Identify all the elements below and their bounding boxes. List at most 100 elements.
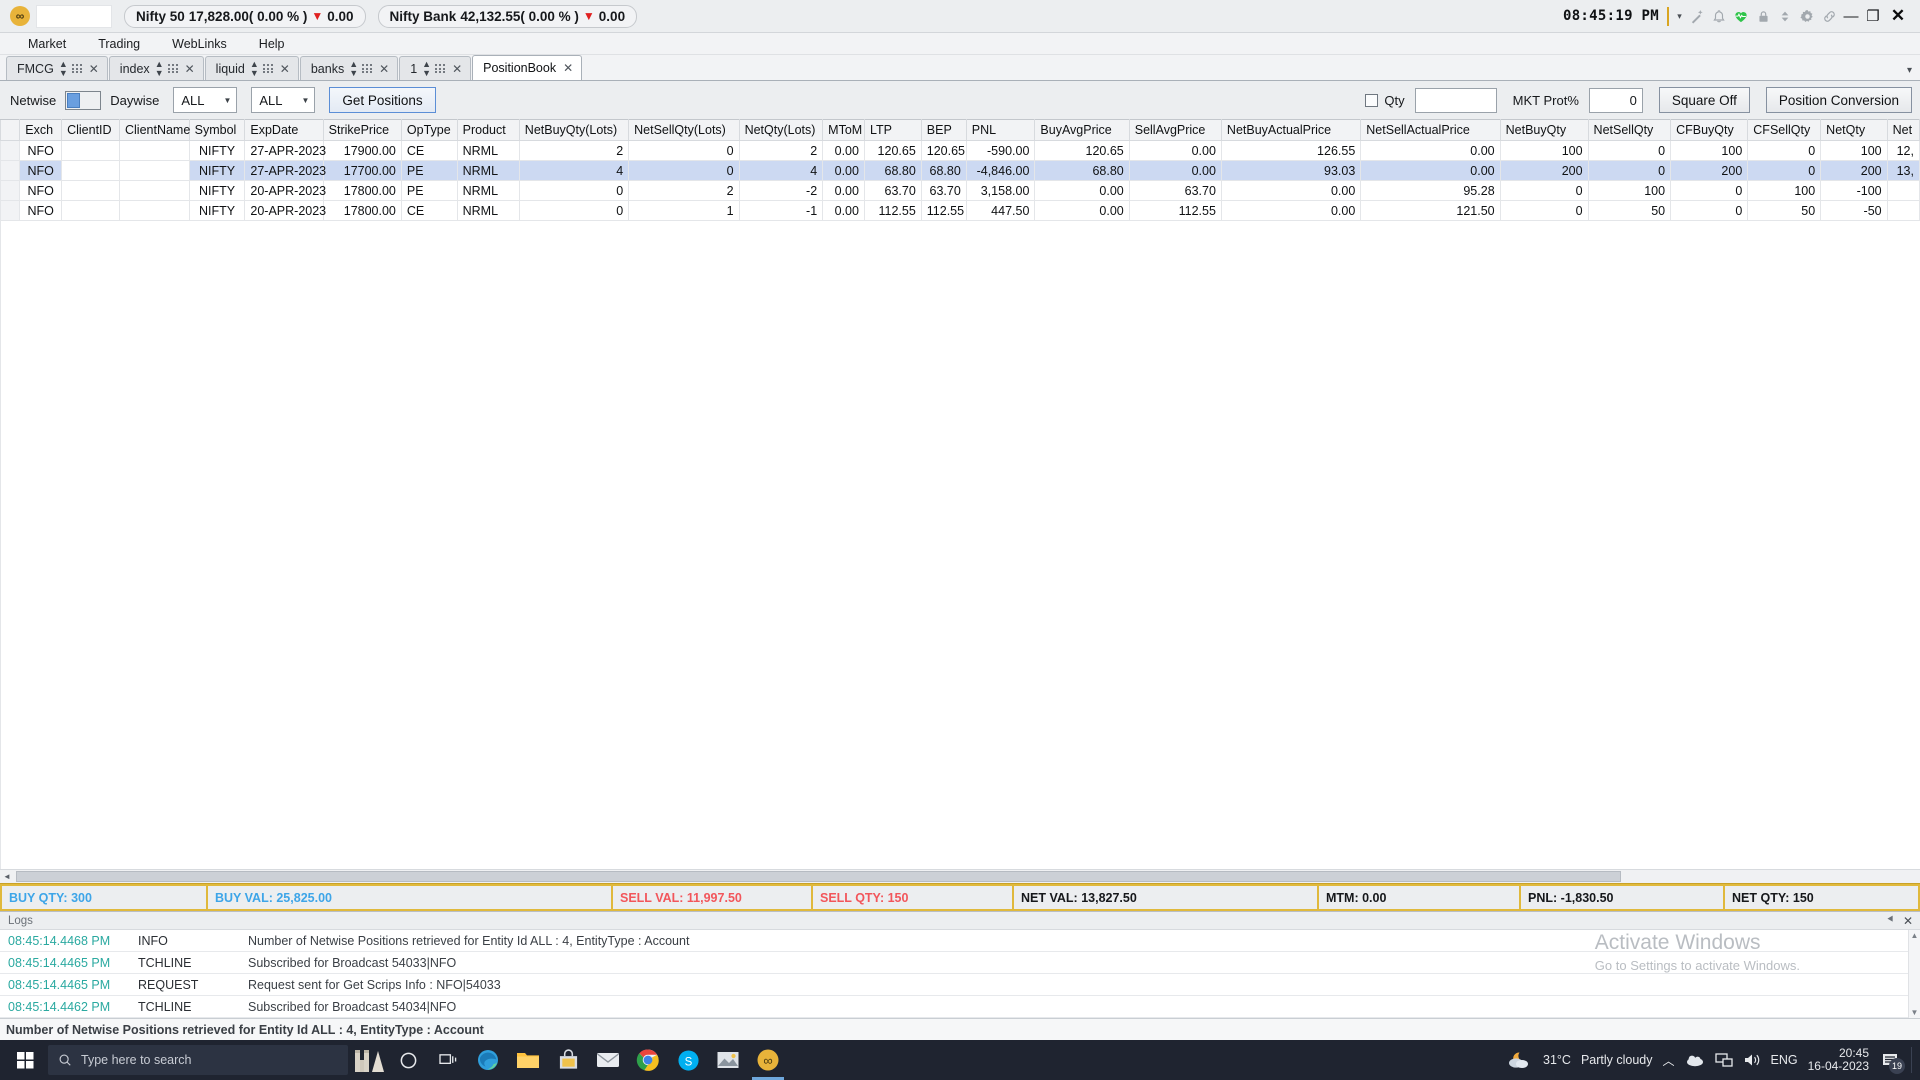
filter-select-1[interactable]: ALL ▼ (173, 87, 238, 113)
ticker-nifty-bank[interactable]: Nifty Bank 42,132.55( 0.00 % ) ▼ 0.00 (377, 4, 638, 28)
chevron-down-icon[interactable]: ▾ (1673, 3, 1686, 29)
taskbar-app-notre-dame[interactable] (348, 1040, 388, 1080)
col-strikeprice[interactable]: StrikePrice (322, 119, 402, 141)
col-cfbuyqty[interactable]: CFBuyQty (1670, 119, 1749, 141)
qty-checkbox[interactable] (1365, 93, 1379, 107)
tray-clock[interactable]: 20:45 16-04-2023 (1808, 1047, 1869, 1073)
taskbar-app-cortana[interactable] (388, 1040, 428, 1080)
tab-close-icon[interactable]: ✕ (452, 62, 462, 76)
col-netqty[interactable]: NetQty (1820, 119, 1888, 141)
grid-view-icon[interactable] (362, 64, 373, 73)
menu-item-weblinks[interactable]: WebLinks (156, 33, 243, 55)
col-netsellqtylots[interactable]: NetSellQty(Lots) (628, 119, 740, 141)
col-sellavgprice[interactable]: SellAvgPrice (1128, 119, 1222, 141)
tab-close-icon[interactable]: ✕ (379, 62, 389, 76)
grid-view-icon[interactable] (262, 64, 273, 73)
logs-vertical-scrollbar[interactable]: ▲ ▼ (1908, 930, 1920, 1018)
tab-fmcg[interactable]: FMCG ▲ ▼ ✕ (6, 56, 108, 80)
title-blank-field[interactable] (36, 4, 112, 28)
close-icon[interactable]: ✕ (1903, 914, 1920, 928)
row-selector[interactable] (0, 160, 21, 181)
notification-center-button[interactable]: 19 (1879, 1049, 1905, 1074)
tab-close-icon[interactable]: ✕ (563, 61, 573, 75)
table-row[interactable]: NFO NIFTY 27-APR-2023 17700.00 PE NRML 4… (0, 160, 1920, 181)
menu-item-market[interactable]: Market (12, 33, 82, 55)
cell-clientid[interactable] (61, 160, 120, 181)
row-selector[interactable] (0, 140, 21, 161)
filter-select-2[interactable]: ALL ▼ (251, 87, 316, 113)
col-clientid[interactable]: ClientID (61, 119, 120, 141)
grid-horizontal-scrollbar[interactable]: ◄ (0, 869, 1920, 883)
get-positions-button[interactable]: Get Positions (329, 87, 436, 113)
weather-icon[interactable] (1507, 1049, 1533, 1071)
sort-updown-icon[interactable]: ▲ ▼ (250, 59, 259, 78)
grid-view-icon[interactable] (435, 64, 446, 73)
col-ltp[interactable]: LTP (863, 119, 922, 141)
cell-clientid[interactable] (61, 180, 120, 201)
scroll-left-arrow-icon[interactable]: ◄ (0, 872, 14, 881)
lock-icon[interactable] (1752, 3, 1774, 29)
tab-banks[interactable]: banks ▲ ▼ ✕ (299, 56, 399, 80)
col-cfsellqty[interactable]: CFSellQty (1747, 119, 1822, 141)
magic-wand-icon[interactable] (1686, 3, 1708, 29)
close-button[interactable]: ✕ (1884, 3, 1912, 29)
col-netsellqty[interactable]: NetSellQty (1587, 119, 1672, 141)
col-expdate[interactable]: ExpDate (244, 119, 324, 141)
qty-checkbox-group[interactable]: Qty (1365, 93, 1405, 108)
qty-input[interactable] (1414, 87, 1497, 113)
menu-item-help[interactable]: Help (243, 33, 301, 55)
cell-clientid[interactable] (61, 140, 120, 161)
bell-icon[interactable] (1708, 3, 1730, 29)
volume-icon[interactable] (1743, 1052, 1761, 1068)
col-netbuyqty[interactable]: NetBuyQty (1499, 119, 1589, 141)
taskbar-app-edge[interactable] (468, 1040, 508, 1080)
sort-updown-icon[interactable] (1774, 3, 1796, 29)
table-row[interactable]: NFO NIFTY 20-APR-2023 17800.00 PE NRML 0… (0, 180, 1920, 201)
heartbeat-icon[interactable] (1730, 3, 1752, 29)
grid-view-icon[interactable] (167, 64, 178, 73)
taskbar-app-mail[interactable] (588, 1040, 628, 1080)
taskbar-app-file-explorer[interactable] (508, 1040, 548, 1080)
tray-language[interactable]: ENG (1771, 1053, 1798, 1067)
tab-close-icon[interactable]: ✕ (280, 62, 290, 76)
taskbar-app-chrome[interactable] (628, 1040, 668, 1080)
tab-close-icon[interactable]: ✕ (89, 62, 99, 76)
col-netbuyqtylots[interactable]: NetBuyQty(Lots) (518, 119, 630, 141)
col-product[interactable]: Product (456, 119, 520, 141)
taskbar-app-skype[interactable]: S (668, 1040, 708, 1080)
pin-icon[interactable]: ⯇ (1886, 914, 1903, 927)
col-symbol[interactable]: Symbol (188, 119, 246, 141)
row-selector[interactable] (0, 200, 21, 221)
tab-overflow-icon[interactable]: ▾ (1907, 65, 1912, 76)
scroll-up-arrow-icon[interactable]: ▲ (1909, 930, 1920, 941)
cell-clientname[interactable] (118, 200, 190, 221)
sort-updown-icon[interactable]: ▲ ▼ (59, 59, 68, 78)
taskbar-app-trading-platform[interactable]: ∞ (748, 1040, 788, 1080)
gear-icon[interactable] (1796, 3, 1818, 29)
network-icon[interactable] (1714, 1052, 1733, 1068)
table-row[interactable]: NFO NIFTY 27-APR-2023 17900.00 CE NRML 2… (0, 140, 1920, 161)
ticker-nifty-50[interactable]: Nifty 50 17,828.00( 0.00 % ) ▼ 0.00 (124, 4, 366, 28)
taskbar-search-input[interactable]: Type here to search (48, 1045, 348, 1075)
cell-clientname[interactable] (118, 160, 190, 181)
col-pnl[interactable]: PNL (965, 119, 1036, 141)
col-netqtylots[interactable]: NetQty(Lots) (738, 119, 824, 141)
cloud-icon[interactable] (1685, 1053, 1705, 1067)
menu-item-trading[interactable]: Trading (82, 33, 156, 55)
position-conversion-button[interactable]: Position Conversion (1765, 87, 1912, 113)
col-exch[interactable]: Exch (19, 119, 63, 141)
col-netsellactualprice[interactable]: NetSellActualPrice (1360, 119, 1501, 141)
tab-close-icon[interactable]: ✕ (185, 62, 195, 76)
table-row[interactable]: NFO NIFTY 20-APR-2023 17800.00 CE NRML 0… (0, 200, 1920, 221)
scrollbar-thumb[interactable] (16, 871, 1621, 882)
cell-clientname[interactable] (118, 180, 190, 201)
tab-liquid[interactable]: liquid ▲ ▼ ✕ (204, 56, 299, 80)
tab-1[interactable]: 1 ▲ ▼ ✕ (399, 56, 472, 80)
col-buyavgprice[interactable]: BuyAvgPrice (1034, 119, 1130, 141)
col-clientname[interactable]: ClientName (118, 119, 190, 141)
col-mtom[interactable]: MToM (822, 119, 865, 141)
col-net[interactable]: Net (1886, 119, 1920, 141)
sort-updown-icon[interactable]: ▲ ▼ (349, 59, 358, 78)
tray-expand-icon[interactable]: ︿ (1663, 1052, 1675, 1069)
cell-clientid[interactable] (61, 200, 120, 221)
